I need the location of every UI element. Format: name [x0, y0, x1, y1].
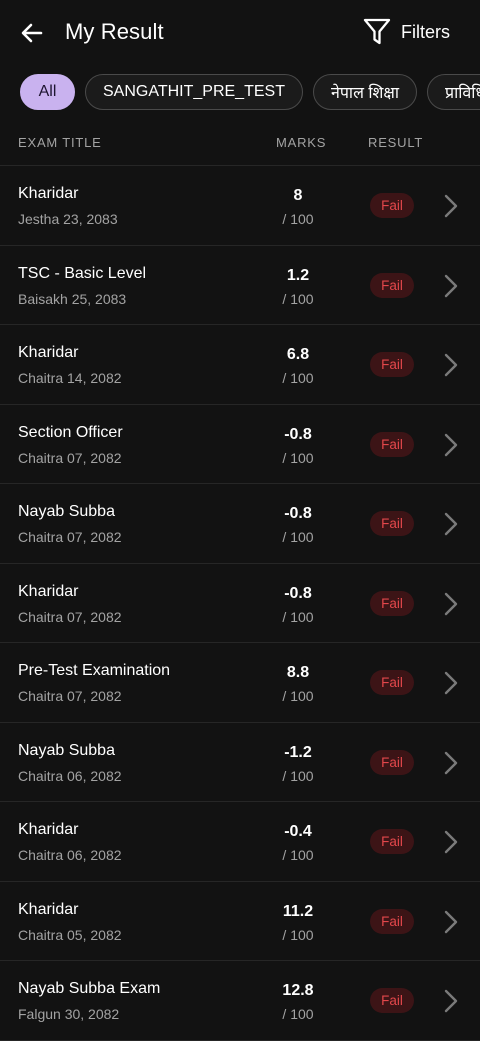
exam-date: Chaitra 07, 2082 — [18, 688, 122, 704]
result-row[interactable]: Kharidar Chaitra 14, 2082 6.8 / 100 Fail — [0, 325, 480, 405]
exam-date: Chaitra 07, 2082 — [18, 529, 122, 545]
back-button[interactable] — [14, 14, 50, 52]
fail-badge: Fail — [370, 590, 414, 616]
marks-score: -0.4 — [284, 823, 312, 840]
exam-title: Kharidar — [18, 582, 79, 600]
table-header: EXAM TITLE MARKS RESULT — [0, 128, 480, 166]
chevron-right-icon — [444, 353, 458, 377]
chevron-right-icon — [444, 274, 458, 297]
fail-badge: Fail — [370, 988, 414, 1013]
chevron-right-icon — [444, 910, 458, 933]
marks-score: 8 — [293, 187, 303, 204]
column-header-marks: MARKS — [276, 135, 327, 150]
chevron-right-icon — [444, 433, 458, 456]
fail-badge: Fail — [370, 829, 414, 854]
result-row[interactable]: Nayab Subba Exam Falgun 30, 2082 12.8 / … — [0, 961, 480, 1041]
marks-total: / 100 — [282, 1006, 314, 1022]
exam-title: Kharidar — [18, 821, 79, 838]
column-header-exam-title: EXAM TITLE — [18, 135, 102, 150]
arrow-left-icon — [21, 23, 43, 43]
result-row[interactable]: Section Officer Chaitra 07, 2082 -0.8 / … — [0, 405, 480, 484]
exam-title: Pre-Test Examination — [18, 662, 171, 679]
column-header-result: RESULT — [368, 135, 424, 150]
exam-date: Chaitra 06, 2082 — [18, 847, 122, 863]
exam-title: Section Officer — [18, 423, 123, 441]
marks-score: -1.2 — [284, 743, 312, 761]
chevron-right-icon — [444, 989, 458, 1013]
chevron-right-icon — [444, 512, 458, 536]
marks-score: 12.8 — [282, 982, 314, 999]
result-row[interactable]: TSC - Basic Level Baisakh 25, 2083 1.2 /… — [0, 246, 480, 325]
result-row[interactable]: Pre-Test Examination Chaitra 07, 2082 8.… — [0, 643, 480, 723]
fail-badge: Fail — [370, 749, 414, 775]
exam-date: Chaitra 14, 2082 — [18, 370, 122, 386]
exam-title: Nayab Subba — [18, 741, 115, 759]
filters-button[interactable]: Filters — [363, 17, 450, 47]
result-row[interactable]: Nayab Subba Chaitra 06, 2082 -1.2 / 100 … — [0, 723, 480, 802]
exam-title: Kharidar — [18, 344, 79, 361]
fail-badge: Fail — [370, 193, 414, 218]
marks-total: / 100 — [282, 370, 314, 386]
marks-total: / 100 — [282, 688, 314, 704]
marks-total: / 100 — [282, 529, 314, 545]
chip-sangathit-pre-test[interactable]: SANGATHIT_PRE_TEST — [85, 74, 303, 110]
exam-title: Nayab Subba Exam — [18, 980, 161, 997]
chip-prabidhik[interactable]: प्राविधिक — [427, 74, 480, 110]
exam-date: Chaitra 06, 2082 — [18, 767, 122, 784]
fail-badge: Fail — [370, 670, 414, 695]
page-title: My Result — [65, 19, 164, 44]
fail-badge: Fail — [370, 511, 414, 536]
marks-total: / 100 — [282, 290, 314, 307]
fail-badge: Fail — [370, 272, 414, 298]
marks-total: / 100 — [282, 608, 314, 625]
chip-nepal-shiksha[interactable]: नेपाल शिक्षा — [312, 74, 418, 110]
marks-score: -0.8 — [284, 425, 312, 443]
exam-date: Baisakh 25, 2083 — [18, 290, 127, 307]
filters-label: Filters — [401, 21, 450, 42]
fail-badge: Fail — [370, 431, 414, 457]
result-row[interactable]: Nayab Subba Chaitra 07, 2082 -0.8 / 100 … — [0, 484, 480, 564]
marks-score: 11.2 — [282, 902, 314, 920]
result-row[interactable]: Kharidar Chaitra 07, 2082 -0.8 / 100 Fai… — [0, 564, 480, 643]
exam-title: TSC - Basic Level — [18, 264, 147, 282]
marks-total: / 100 — [282, 767, 314, 784]
exam-date: Falgun 30, 2082 — [18, 1006, 120, 1022]
marks-score: 1.2 — [286, 266, 310, 284]
results-list: Kharidar Jestha 23, 2083 8 / 100 Fail TS… — [0, 166, 480, 1041]
chevron-right-icon — [444, 194, 458, 218]
result-row[interactable]: Kharidar Chaitra 06, 2082 -0.4 / 100 Fai… — [0, 802, 480, 882]
fail-badge: Fail — [370, 352, 414, 377]
app-header: My Result Filters — [0, 0, 480, 66]
chevron-right-icon — [444, 592, 458, 615]
result-row[interactable]: Kharidar Jestha 23, 2083 8 / 100 Fail — [0, 166, 480, 246]
category-chips: All SANGATHIT_PRE_TEST नेपाल शिक्षा प्रा… — [20, 74, 480, 112]
exam-date: Chaitra 05, 2082 — [18, 926, 122, 943]
marks-score: 6.8 — [286, 346, 310, 363]
exam-title: Nayab Subba — [18, 503, 115, 520]
exam-date: Chaitra 07, 2082 — [18, 608, 122, 625]
marks-total: / 100 — [282, 926, 314, 943]
marks-total: / 100 — [282, 211, 314, 227]
exam-date: Jestha 23, 2083 — [18, 211, 118, 227]
chevron-right-icon — [444, 671, 458, 695]
fail-badge: Fail — [370, 908, 414, 934]
marks-score: -0.8 — [284, 505, 312, 522]
exam-date: Chaitra 07, 2082 — [18, 449, 122, 466]
marks-score: 8.8 — [286, 664, 310, 681]
chevron-right-icon — [444, 751, 458, 774]
chevron-right-icon — [444, 830, 458, 854]
marks-total: / 100 — [282, 847, 314, 863]
result-row[interactable]: Kharidar Chaitra 05, 2082 11.2 / 100 Fai… — [0, 882, 480, 961]
exam-title: Kharidar — [18, 900, 79, 918]
exam-title: Kharidar — [18, 185, 79, 202]
marks-total: / 100 — [282, 449, 314, 466]
chip-all[interactable]: All — [20, 74, 75, 110]
marks-score: -0.8 — [284, 584, 312, 602]
funnel-icon — [363, 18, 391, 45]
